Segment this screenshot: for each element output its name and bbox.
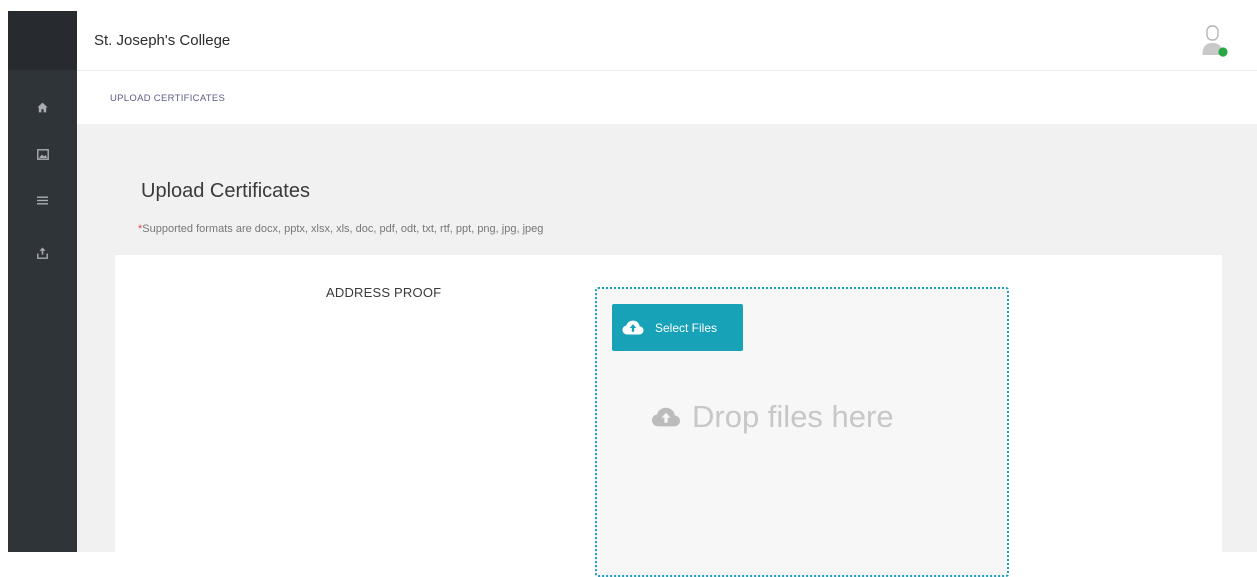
sidebar-item-gallery[interactable] (8, 142, 77, 166)
breadcrumb[interactable]: UPLOAD CERTIFICATES (110, 93, 225, 104)
home-icon (37, 102, 48, 112)
supported-formats-note: *Supported formats are docx, pptx, xlsx,… (138, 223, 543, 235)
app-window: St. Joseph's College UPLOAD CERTIFICATES… (0, 0, 1257, 577)
sidebar-item-upload[interactable] (8, 241, 77, 265)
top-header: St. Joseph's College (77, 11, 1257, 71)
sidebar-item-home[interactable] (8, 95, 77, 119)
supported-formats-text: Supported formats are docx, pptx, xlsx, … (142, 223, 544, 235)
select-files-label: Select Files (655, 320, 718, 335)
sidebar-item-list[interactable] (8, 188, 77, 212)
page-title: Upload Certificates (141, 180, 310, 202)
select-files-button[interactable]: Select Files (612, 304, 743, 351)
college-name: St. Joseph's College (94, 32, 231, 49)
menu-list-icon (37, 196, 48, 204)
cloud-upload-icon (622, 320, 644, 335)
file-dropzone[interactable]: Select Files Drop files here (595, 287, 1009, 577)
cloud-upload-icon (652, 407, 680, 427)
drop-files-text: Drop files here (692, 399, 894, 434)
address-proof-label: ADDRESS PROOF (326, 285, 442, 300)
user-avatar[interactable] (1201, 24, 1229, 58)
drop-hint: Drop files here (651, 399, 894, 435)
breadcrumb-bar: UPLOAD CERTIFICATES (77, 71, 1257, 124)
sidebar (8, 11, 77, 552)
upload-icon (37, 247, 48, 259)
main-content: Upload Certificates *Supported formats a… (77, 124, 1257, 577)
sidebar-brand-area (8, 11, 77, 70)
user-avatar-icon (1202, 25, 1228, 57)
image-icon (36, 148, 49, 160)
upload-card: ADDRESS PROOF Select Files Drop files he… (115, 255, 1222, 577)
